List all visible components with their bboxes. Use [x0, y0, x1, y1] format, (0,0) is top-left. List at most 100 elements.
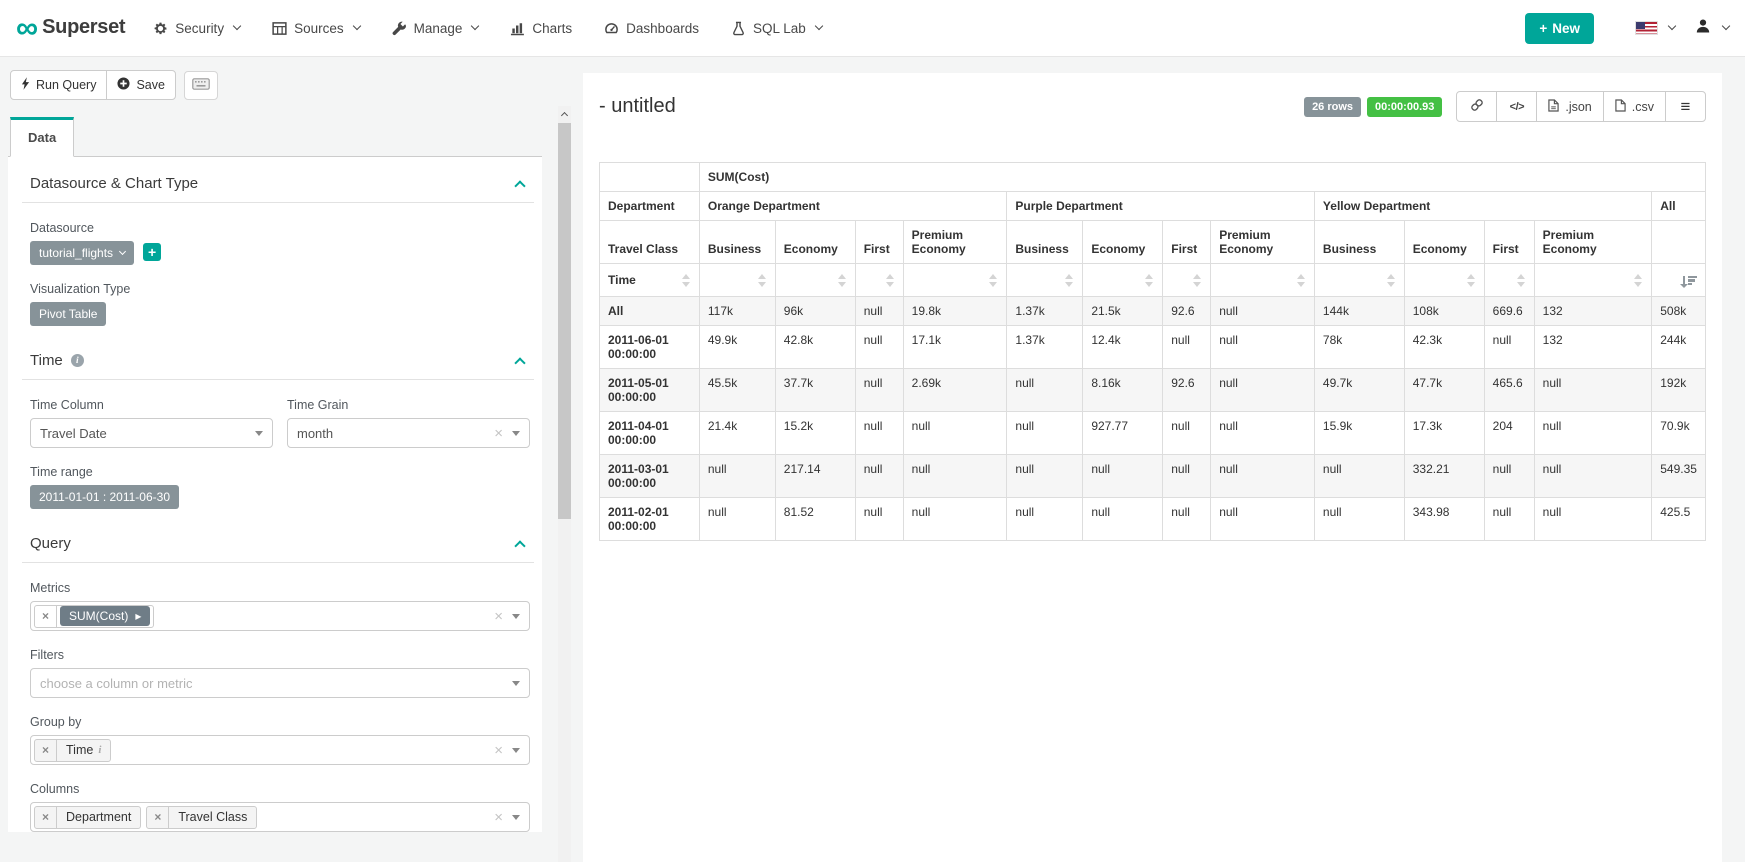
bar-chart-icon — [510, 21, 525, 36]
viz-type-pill[interactable]: Pivot Table — [30, 302, 106, 326]
groupby-token: × Time i — [34, 739, 111, 762]
pivot-sort-header[interactable] — [1484, 264, 1534, 297]
bolt-icon — [21, 77, 30, 93]
nav-item-dashboards[interactable]: Dashboards — [604, 21, 699, 36]
remove-token-icon[interactable]: × — [35, 606, 57, 627]
pivot-sort-header[interactable] — [699, 264, 775, 297]
export-csv-button[interactable]: .csv — [1603, 91, 1666, 122]
pivot-sort-header-time[interactable]: Time — [600, 264, 700, 297]
clear-icon[interactable]: × — [494, 426, 503, 441]
clear-all-icon[interactable]: × — [494, 609, 503, 624]
sort-icon — [1467, 274, 1476, 287]
pivot-sort-header[interactable] — [775, 264, 855, 297]
chevron-up-icon[interactable] — [514, 357, 525, 368]
time-column-label: Time Column — [30, 398, 273, 412]
pivot-cell: null — [1534, 498, 1652, 541]
remove-token-icon[interactable]: × — [35, 740, 57, 761]
pivot-sort-header[interactable] — [1163, 264, 1211, 297]
columns-select[interactable]: × Department × Travel Class × — [30, 802, 530, 832]
datasource-pill[interactable]: tutorial_flights — [30, 241, 134, 265]
groupby-select[interactable]: × Time i × — [30, 735, 530, 765]
pivot-cell: null — [1534, 455, 1652, 498]
sort-icon — [838, 274, 847, 287]
pivot-cell: null — [1211, 326, 1315, 369]
pivot-class-header: Business — [1007, 221, 1083, 264]
export-json-button[interactable]: .json — [1536, 91, 1603, 122]
pivot-sort-header[interactable] — [1007, 264, 1083, 297]
pivot-sort-header[interactable] — [1083, 264, 1163, 297]
dropdown-arrow-icon — [512, 614, 520, 619]
chart-menu-button[interactable]: ≡ — [1665, 91, 1706, 122]
scroll-up-button[interactable] — [558, 106, 571, 121]
pivot-sort-header[interactable] — [855, 264, 903, 297]
nav-menu: Security Sources Manage Charts — [153, 21, 821, 36]
chevron-up-icon[interactable] — [514, 540, 525, 551]
filters-select[interactable]: choose a column or metric — [30, 668, 530, 698]
time-range-pill[interactable]: 2011-01-01 : 2011-06-30 — [30, 485, 179, 509]
nav-item-manage[interactable]: Manage — [392, 21, 479, 36]
section-title-text: Query — [30, 535, 71, 552]
language-selector[interactable] — [1636, 22, 1675, 34]
chart-title[interactable]: - untitled — [599, 95, 676, 118]
save-button[interactable]: Save — [106, 70, 176, 100]
pivot-cell: 204 — [1484, 412, 1534, 455]
pivot-cell: null — [855, 455, 903, 498]
chevron-up-icon — [561, 111, 568, 118]
code-icon: </> — [1510, 101, 1524, 113]
pivot-cell: null — [1211, 297, 1315, 326]
pivot-row-label: 2011-02-01 00:00:00 — [600, 498, 700, 541]
nav-item-label: Security — [175, 21, 224, 36]
pivot-cell: 1.37k — [1007, 326, 1083, 369]
run-query-button[interactable]: Run Query — [10, 70, 107, 100]
nav-item-charts[interactable]: Charts — [510, 21, 572, 36]
nav-item-sources[interactable]: Sources — [272, 21, 360, 36]
user-menu[interactable] — [1695, 18, 1729, 39]
view-query-button[interactable]: </> — [1496, 91, 1537, 122]
navbar-right: + New — [1525, 13, 1729, 44]
pivot-sort-header[interactable] — [1404, 264, 1484, 297]
scrollbar-thumb[interactable] — [558, 123, 571, 519]
metric-pill[interactable]: SUM(Cost) ▸ — [60, 606, 150, 626]
file-json-icon — [1548, 99, 1559, 115]
pivot-class-header-blank — [1652, 221, 1706, 264]
time-column-select[interactable]: Travel Date — [30, 418, 273, 448]
pivot-class-header: Premium Economy — [1211, 221, 1315, 264]
metrics-select[interactable]: × SUM(Cost) ▸ × — [30, 601, 530, 631]
keyboard-shortcuts-button[interactable] — [184, 71, 218, 100]
nav-item-security[interactable]: Security — [153, 21, 240, 36]
clear-all-icon[interactable]: × — [494, 810, 503, 825]
chevron-up-icon[interactable] — [514, 180, 525, 191]
filters-placeholder: choose a column or metric — [40, 676, 192, 691]
superset-logo[interactable]: ∞ Superset — [16, 16, 125, 41]
pivot-sort-header[interactable] — [1211, 264, 1315, 297]
chevron-down-icon — [471, 22, 479, 30]
pivot-sort-header[interactable] — [903, 264, 1007, 297]
pivot-table: SUM(Cost)DepartmentOrange DepartmentPurp… — [599, 162, 1706, 541]
nav-item-sql-lab[interactable]: SQL Lab — [731, 21, 822, 36]
new-button[interactable]: + New — [1525, 13, 1594, 44]
pivot-sort-header-all[interactable] — [1652, 264, 1706, 297]
pivot-sort-header[interactable] — [1314, 264, 1404, 297]
time-grain-select[interactable]: month × — [287, 418, 530, 448]
remove-token-icon[interactable]: × — [147, 807, 169, 828]
add-datasource-button[interactable]: + — [143, 243, 161, 261]
clear-all-icon[interactable]: × — [494, 743, 503, 758]
pivot-row-label: 2011-03-01 00:00:00 — [600, 455, 700, 498]
pivot-cell: null — [1534, 369, 1652, 412]
table-row: All117k96knull19.8k1.37k21.5k92.6null144… — [600, 297, 1706, 326]
pivot-cell: 669.6 — [1484, 297, 1534, 326]
pivot-cell: 96k — [775, 297, 855, 326]
pivot-cell: 343.98 — [1404, 498, 1484, 541]
sort-icon — [989, 274, 998, 287]
pivot-class-header: Economy — [1083, 221, 1163, 264]
pivot-class-header: First — [1163, 221, 1211, 264]
section-datasource-chart-type: Datasource & Chart Type Datasource tutor… — [22, 173, 534, 326]
remove-token-icon[interactable]: × — [35, 807, 57, 828]
pivot-sort-header[interactable] — [1534, 264, 1652, 297]
share-link-button[interactable] — [1456, 91, 1497, 122]
tab-data[interactable]: Data — [10, 117, 74, 157]
pivot-cell: null — [1083, 455, 1163, 498]
export-button-group: </> .json .csv ≡ — [1456, 91, 1706, 122]
table-row: 2011-02-01 00:00:00null81.52nullnullnull… — [600, 498, 1706, 541]
pivot-class-header: Economy — [1404, 221, 1484, 264]
